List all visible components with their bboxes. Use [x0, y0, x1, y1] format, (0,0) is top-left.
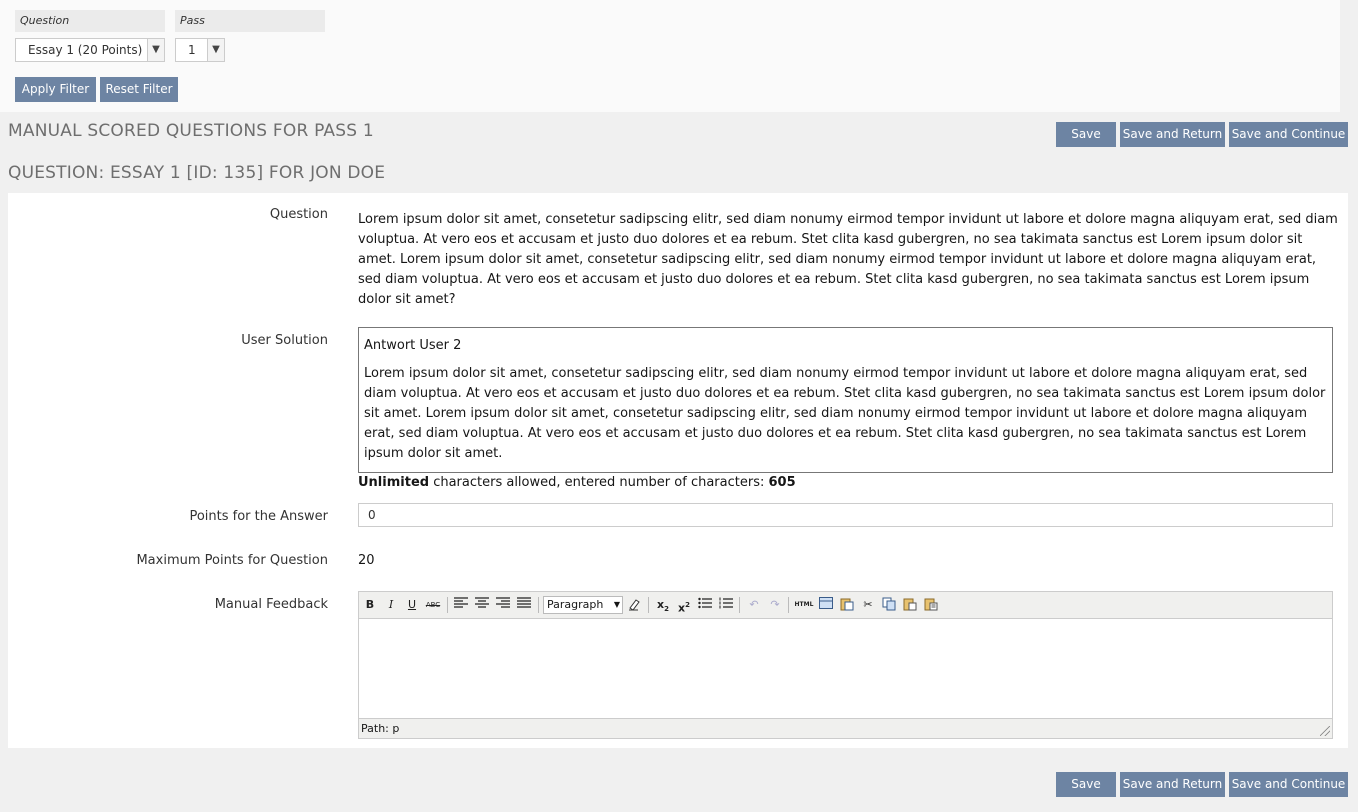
subscript-icon[interactable]: x2 [655, 597, 671, 613]
chevron-down-icon: ▼ [207, 39, 224, 61]
format-select[interactable]: Paragraph ▼ [543, 596, 623, 614]
toolbar-separator [739, 597, 740, 613]
character-info: Unlimited characters allowed, entered nu… [358, 475, 796, 490]
points-label: Points for the Answer [189, 509, 328, 524]
paste-text-icon[interactable] [923, 597, 939, 613]
char-limit: Unlimited [358, 475, 430, 490]
save-and-return-button-top[interactable]: Save and Return [1120, 122, 1225, 147]
editor-statusbar: Path: p [359, 718, 1332, 738]
pass-filter-label: Pass [175, 10, 325, 32]
question-label: Question [269, 207, 328, 222]
points-input[interactable]: 0 [358, 503, 1333, 527]
chevron-down-icon: ▼ [147, 39, 164, 61]
user-solution-label: User Solution [241, 333, 328, 348]
html-source-icon[interactable]: HTML [794, 597, 814, 613]
toolbar-separator [538, 597, 539, 613]
solution-text: Lorem ipsum dolor sit amet, consetetur s… [364, 366, 1326, 461]
paste-icon[interactable] [902, 597, 918, 613]
redo-icon[interactable]: ↷ [767, 597, 783, 613]
superscript-icon[interactable]: x2 [676, 597, 692, 615]
pass-filter-select[interactable]: 1 ▼ [175, 38, 225, 62]
feedback-editor: B I U ABC Paragraph ▼ x2 x2 ↶ ↷ HTML ✂ P… [358, 591, 1333, 739]
max-points-label: Maximum Points for Question [136, 553, 328, 568]
eraser-icon[interactable] [626, 597, 642, 613]
feedback-textarea[interactable] [359, 619, 1332, 719]
paste-word-icon[interactable] [839, 597, 855, 613]
char-info-text: characters allowed, entered number of ch… [429, 475, 769, 490]
chevron-down-icon: ▼ [613, 600, 620, 609]
save-button-bottom[interactable]: Save [1056, 772, 1116, 797]
strikethrough-icon[interactable]: ABC [423, 597, 443, 613]
page-title: MANUAL SCORED QUESTIONS FOR PASS 1 [8, 121, 374, 141]
solution-title: Antwort User 2 [364, 338, 462, 353]
question-filter-select[interactable]: Essay 1 (20 Points) [ID: 135] ▼ [15, 38, 165, 62]
editor-path: Path: p [361, 722, 400, 735]
apply-filter-button[interactable]: Apply Filter [15, 77, 96, 102]
reset-filter-button[interactable]: Reset Filter [100, 77, 178, 102]
save-button-top[interactable]: Save [1056, 122, 1116, 147]
format-select-value: Paragraph [547, 598, 604, 611]
bold-icon[interactable]: B [362, 597, 378, 613]
user-solution-box: Antwort User 2 Lorem ipsum dolor sit ame… [358, 327, 1333, 473]
table-icon[interactable] [818, 597, 834, 613]
question-text: Lorem ipsum dolor sit amet, consetetur s… [358, 212, 1338, 307]
toolbar-separator [648, 597, 649, 613]
save-and-return-button-bottom[interactable]: Save and Return [1120, 772, 1225, 797]
editor-toolbar: B I U ABC Paragraph ▼ x2 x2 ↶ ↷ HTML ✂ [359, 592, 1332, 619]
bullet-list-icon[interactable] [697, 597, 713, 613]
pass-filter-value: 1 [188, 43, 196, 57]
align-left-icon[interactable] [453, 597, 469, 613]
undo-icon[interactable]: ↶ [746, 597, 762, 613]
char-count: 605 [768, 475, 796, 490]
align-right-icon[interactable] [495, 597, 511, 613]
cut-icon[interactable]: ✂ [860, 597, 876, 613]
resize-handle-icon[interactable] [1320, 726, 1330, 736]
save-and-continue-button-bottom[interactable]: Save and Continue [1229, 772, 1348, 797]
question-subtitle: QUESTION: ESSAY 1 [ID: 135] FOR JON DOE [8, 163, 386, 183]
copy-icon[interactable] [881, 597, 897, 613]
toolbar-separator [788, 597, 789, 613]
underline-icon[interactable]: U [404, 597, 420, 613]
question-filter-label: Question [15, 10, 165, 32]
align-justify-icon[interactable] [516, 597, 532, 613]
align-center-icon[interactable] [474, 597, 490, 613]
numbered-list-icon[interactable] [718, 597, 734, 613]
scoring-form: Question Lorem ipsum dolor sit amet, con… [8, 193, 1348, 748]
feedback-label: Manual Feedback [214, 597, 328, 612]
question-filter-value: Essay 1 (20 Points) [ID: 135] [28, 43, 164, 57]
max-points-value: 20 [358, 553, 375, 568]
italic-icon[interactable]: I [383, 597, 399, 613]
save-and-continue-button-top[interactable]: Save and Continue [1229, 122, 1348, 147]
toolbar-separator [447, 597, 448, 613]
filter-panel: Question Pass Essay 1 (20 Points) [ID: 1… [0, 0, 1340, 112]
